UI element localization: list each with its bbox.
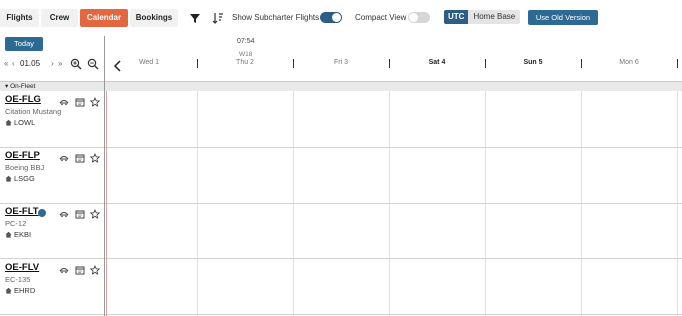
day-divider (677, 59, 678, 68)
home-base: EHRD (14, 286, 36, 295)
home-base-option[interactable]: Home Base (468, 10, 521, 24)
next-day-button[interactable]: › (51, 58, 54, 70)
filter-icon[interactable] (188, 11, 202, 25)
calendar-icon[interactable] (75, 97, 85, 107)
aircraft-overview-icon[interactable] (59, 265, 69, 275)
day-header: Mon 6 (619, 59, 639, 66)
favorite-star-icon[interactable] (90, 265, 100, 275)
aircraft-row: OE-FLG Citation Mustang LOWL (5, 94, 103, 144)
zoom-out-icon[interactable] (87, 58, 99, 70)
section-bar-on-fleet[interactable]: ▾ On-Fleet (0, 81, 682, 91)
tab-calendar[interactable]: Calendar (80, 9, 128, 27)
favorite-star-icon[interactable] (90, 97, 100, 107)
section-label: ▾ On-Fleet (5, 83, 36, 90)
aircraft-overview-icon[interactable] (59, 209, 69, 219)
section-label-text: On-Fleet (10, 83, 36, 90)
aircraft-registration[interactable]: OE-FLT (5, 206, 39, 218)
aircraft-overview-icon[interactable] (59, 97, 69, 107)
utc-option[interactable]: UTC (444, 10, 469, 24)
compact-view-label: Compact View (355, 13, 407, 22)
resource-column-border (104, 36, 105, 316)
day-header: Thu 2 (236, 59, 254, 66)
use-old-version-button[interactable]: Use Old Version (528, 10, 598, 25)
day-header: Fri 3 (334, 59, 348, 66)
row-divider (0, 147, 682, 148)
today-button[interactable]: Today (5, 37, 43, 51)
day-header: Sat 4 (428, 59, 446, 66)
home-base: LOWL (14, 118, 36, 127)
aircraft-registration[interactable]: OE-FLG (5, 94, 41, 106)
aircraft-type: Boeing BBJ (5, 163, 45, 172)
home-base: EKBI (14, 230, 32, 239)
aircraft-overview-icon[interactable] (59, 153, 69, 163)
tab-flights[interactable]: Flights (0, 9, 39, 27)
status-indicator (38, 209, 46, 217)
calendar-icon[interactable] (75, 265, 85, 275)
current-time: 07:54 (237, 38, 255, 45)
aircraft-registration[interactable]: OE-FLP (5, 150, 40, 162)
timezone-switch: UTC Home Base (444, 10, 521, 24)
prev-day-button[interactable]: ‹ (12, 58, 15, 70)
calendar-icon[interactable] (75, 153, 85, 163)
favorite-star-icon[interactable] (90, 153, 100, 163)
home-icon (5, 119, 12, 126)
calendar-icon[interactable] (75, 209, 85, 219)
row-divider (0, 314, 682, 315)
aircraft-row: OE-FLT PC-12 EKBI (5, 206, 103, 256)
home-base: LSGG (14, 174, 35, 183)
sort-icon[interactable] (211, 11, 225, 25)
aircraft-type: Citation Mustang (5, 107, 62, 116)
row-divider (0, 203, 682, 204)
subcharter-label: Show Subcharter Flights (232, 13, 320, 22)
current-time-line (106, 91, 107, 316)
prev-week-button[interactable]: « (4, 58, 8, 70)
home-icon (5, 175, 12, 182)
compact-view-toggle[interactable] (408, 12, 430, 23)
toggle-knob (409, 13, 418, 22)
week-number: W18 (239, 51, 253, 58)
day-header: Wed 1 (138, 59, 160, 66)
aircraft-row: OE-FLP Boeing BBJ LSGG (5, 150, 103, 200)
zoom-in-icon[interactable] (70, 58, 82, 70)
home-icon (5, 231, 12, 238)
toggle-knob (332, 13, 341, 22)
tab-crew[interactable]: Crew (41, 9, 78, 27)
top-toolbar: Flights Crew Calendar Bookings Show Subc… (0, 0, 682, 36)
current-date[interactable]: 01.05 (20, 58, 40, 70)
home-icon (5, 287, 12, 294)
tab-bookings[interactable]: Bookings (130, 9, 178, 27)
row-divider (0, 258, 682, 259)
subcharter-toggle[interactable] (320, 12, 342, 23)
favorite-star-icon[interactable] (90, 209, 100, 219)
aircraft-type: PC-12 (5, 219, 27, 228)
aircraft-type: EC-135 (5, 275, 31, 284)
aircraft-row: OE-FLV EC-135 EHRD (5, 262, 103, 312)
aircraft-registration[interactable]: OE-FLV (5, 262, 39, 274)
next-week-button[interactable]: » (58, 58, 62, 70)
day-header: Sun 5 (523, 59, 543, 66)
